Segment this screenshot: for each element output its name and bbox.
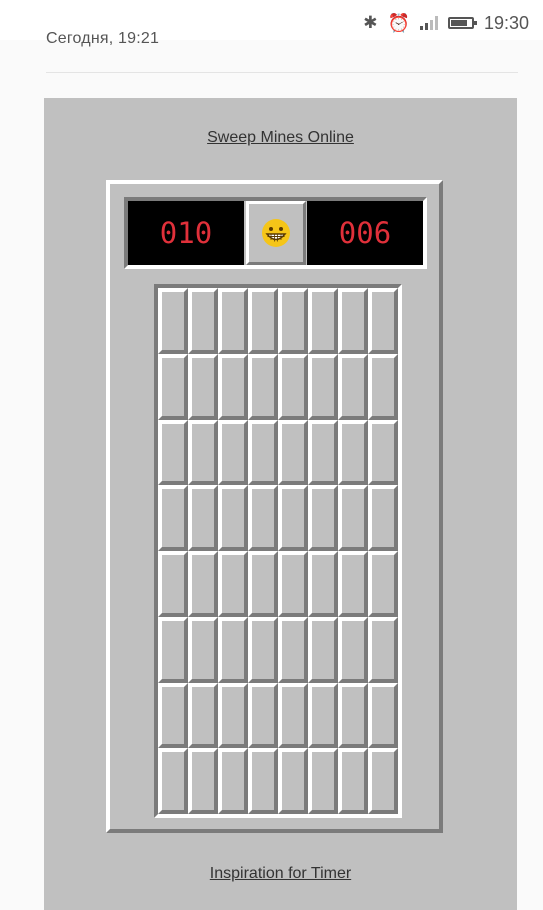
mine-cell[interactable] [188, 288, 218, 354]
mine-cell[interactable] [188, 551, 218, 617]
mine-cell[interactable] [248, 288, 278, 354]
mine-cell[interactable] [248, 551, 278, 617]
mine-cell[interactable] [338, 485, 368, 551]
mine-cell[interactable] [248, 616, 278, 683]
mine-cell[interactable] [278, 551, 308, 617]
mine-cell[interactable] [308, 748, 338, 814]
mine-cell[interactable] [158, 485, 188, 551]
page: ✱ ⏰ 19:30 Сегодня, 19:21 Sweep Mines Onl… [0, 0, 543, 910]
mine-cell[interactable] [308, 485, 338, 551]
mine-cell[interactable] [188, 353, 218, 420]
mine-cell[interactable] [218, 419, 248, 486]
grinning-face-icon [262, 219, 290, 247]
divider [46, 72, 518, 73]
mine-cell[interactable] [338, 353, 368, 420]
mine-cell[interactable] [278, 353, 308, 420]
mine-cell[interactable] [368, 551, 398, 617]
mine-cell[interactable] [218, 485, 248, 551]
mine-cell[interactable] [368, 288, 398, 354]
mine-cell[interactable] [368, 485, 398, 551]
mine-cell[interactable] [338, 682, 368, 749]
content-box: Sweep Mines Online 010 006 Inspiration f… [44, 98, 517, 910]
mine-cell[interactable] [308, 353, 338, 420]
mine-cell[interactable] [278, 682, 308, 749]
timer-display: 006 [307, 201, 423, 265]
bluetooth-icon: ✱ [363, 13, 378, 32]
mine-cell[interactable] [308, 682, 338, 749]
mine-cell[interactable] [368, 748, 398, 814]
reset-face-button[interactable] [246, 201, 306, 265]
mine-cell[interactable] [218, 748, 248, 814]
inspiration-for-timer-link[interactable]: Inspiration for Timer [44, 865, 517, 883]
mine-cell[interactable] [218, 682, 248, 749]
mine-cell[interactable] [218, 353, 248, 420]
mine-cell[interactable] [218, 551, 248, 617]
mine-cell[interactable] [278, 485, 308, 551]
date-text: Сегодня, 19:21 [46, 30, 160, 47]
mine-cell[interactable] [248, 748, 278, 814]
mine-cell[interactable] [308, 288, 338, 354]
signal-icon [419, 16, 438, 30]
mine-cell[interactable] [278, 748, 308, 814]
mine-cell[interactable] [308, 551, 338, 617]
mine-cell[interactable] [158, 419, 188, 486]
mine-cell[interactable] [308, 419, 338, 486]
mine-cell[interactable] [158, 616, 188, 683]
mine-cell[interactable] [158, 748, 188, 814]
mine-cell[interactable] [158, 288, 188, 354]
status-time: 19:30 [483, 12, 529, 33]
mine-cell[interactable] [368, 616, 398, 683]
mine-cell[interactable] [158, 551, 188, 617]
mine-cell[interactable] [248, 353, 278, 420]
alarm-clock-icon: ⏰ [387, 12, 410, 33]
mine-cell[interactable] [188, 485, 218, 551]
mine-cell[interactable] [278, 419, 308, 486]
mine-cell[interactable] [248, 682, 278, 749]
mine-counter: 010 [128, 201, 244, 265]
status-icons: ✱ ⏰ 19:30 [363, 10, 529, 36]
mine-cell[interactable] [188, 616, 218, 683]
mine-cell[interactable] [338, 748, 368, 814]
mine-cell[interactable] [248, 419, 278, 486]
mine-field [154, 284, 402, 818]
mine-cell[interactable] [338, 616, 368, 683]
mine-cell[interactable] [368, 419, 398, 486]
mine-cell[interactable] [218, 616, 248, 683]
mine-cell[interactable] [368, 682, 398, 749]
mine-cell[interactable] [368, 353, 398, 420]
mine-cell[interactable] [188, 682, 218, 749]
mine-cell[interactable] [158, 353, 188, 420]
mine-cell[interactable] [278, 616, 308, 683]
sweep-mines-online-link[interactable]: Sweep Mines Online [44, 129, 517, 147]
mine-cell[interactable] [308, 616, 338, 683]
minesweeper-game: 010 006 [106, 180, 443, 833]
battery-icon [447, 17, 477, 29]
game-header: 010 006 [124, 197, 427, 269]
mine-cell[interactable] [278, 288, 308, 354]
mine-cell[interactable] [188, 748, 218, 814]
mine-cell[interactable] [158, 682, 188, 749]
mine-cell[interactable] [338, 288, 368, 354]
mine-cell[interactable] [248, 485, 278, 551]
mine-cell[interactable] [188, 419, 218, 486]
mine-cell[interactable] [218, 288, 248, 354]
mine-cell[interactable] [338, 551, 368, 617]
mine-cell[interactable] [338, 419, 368, 486]
